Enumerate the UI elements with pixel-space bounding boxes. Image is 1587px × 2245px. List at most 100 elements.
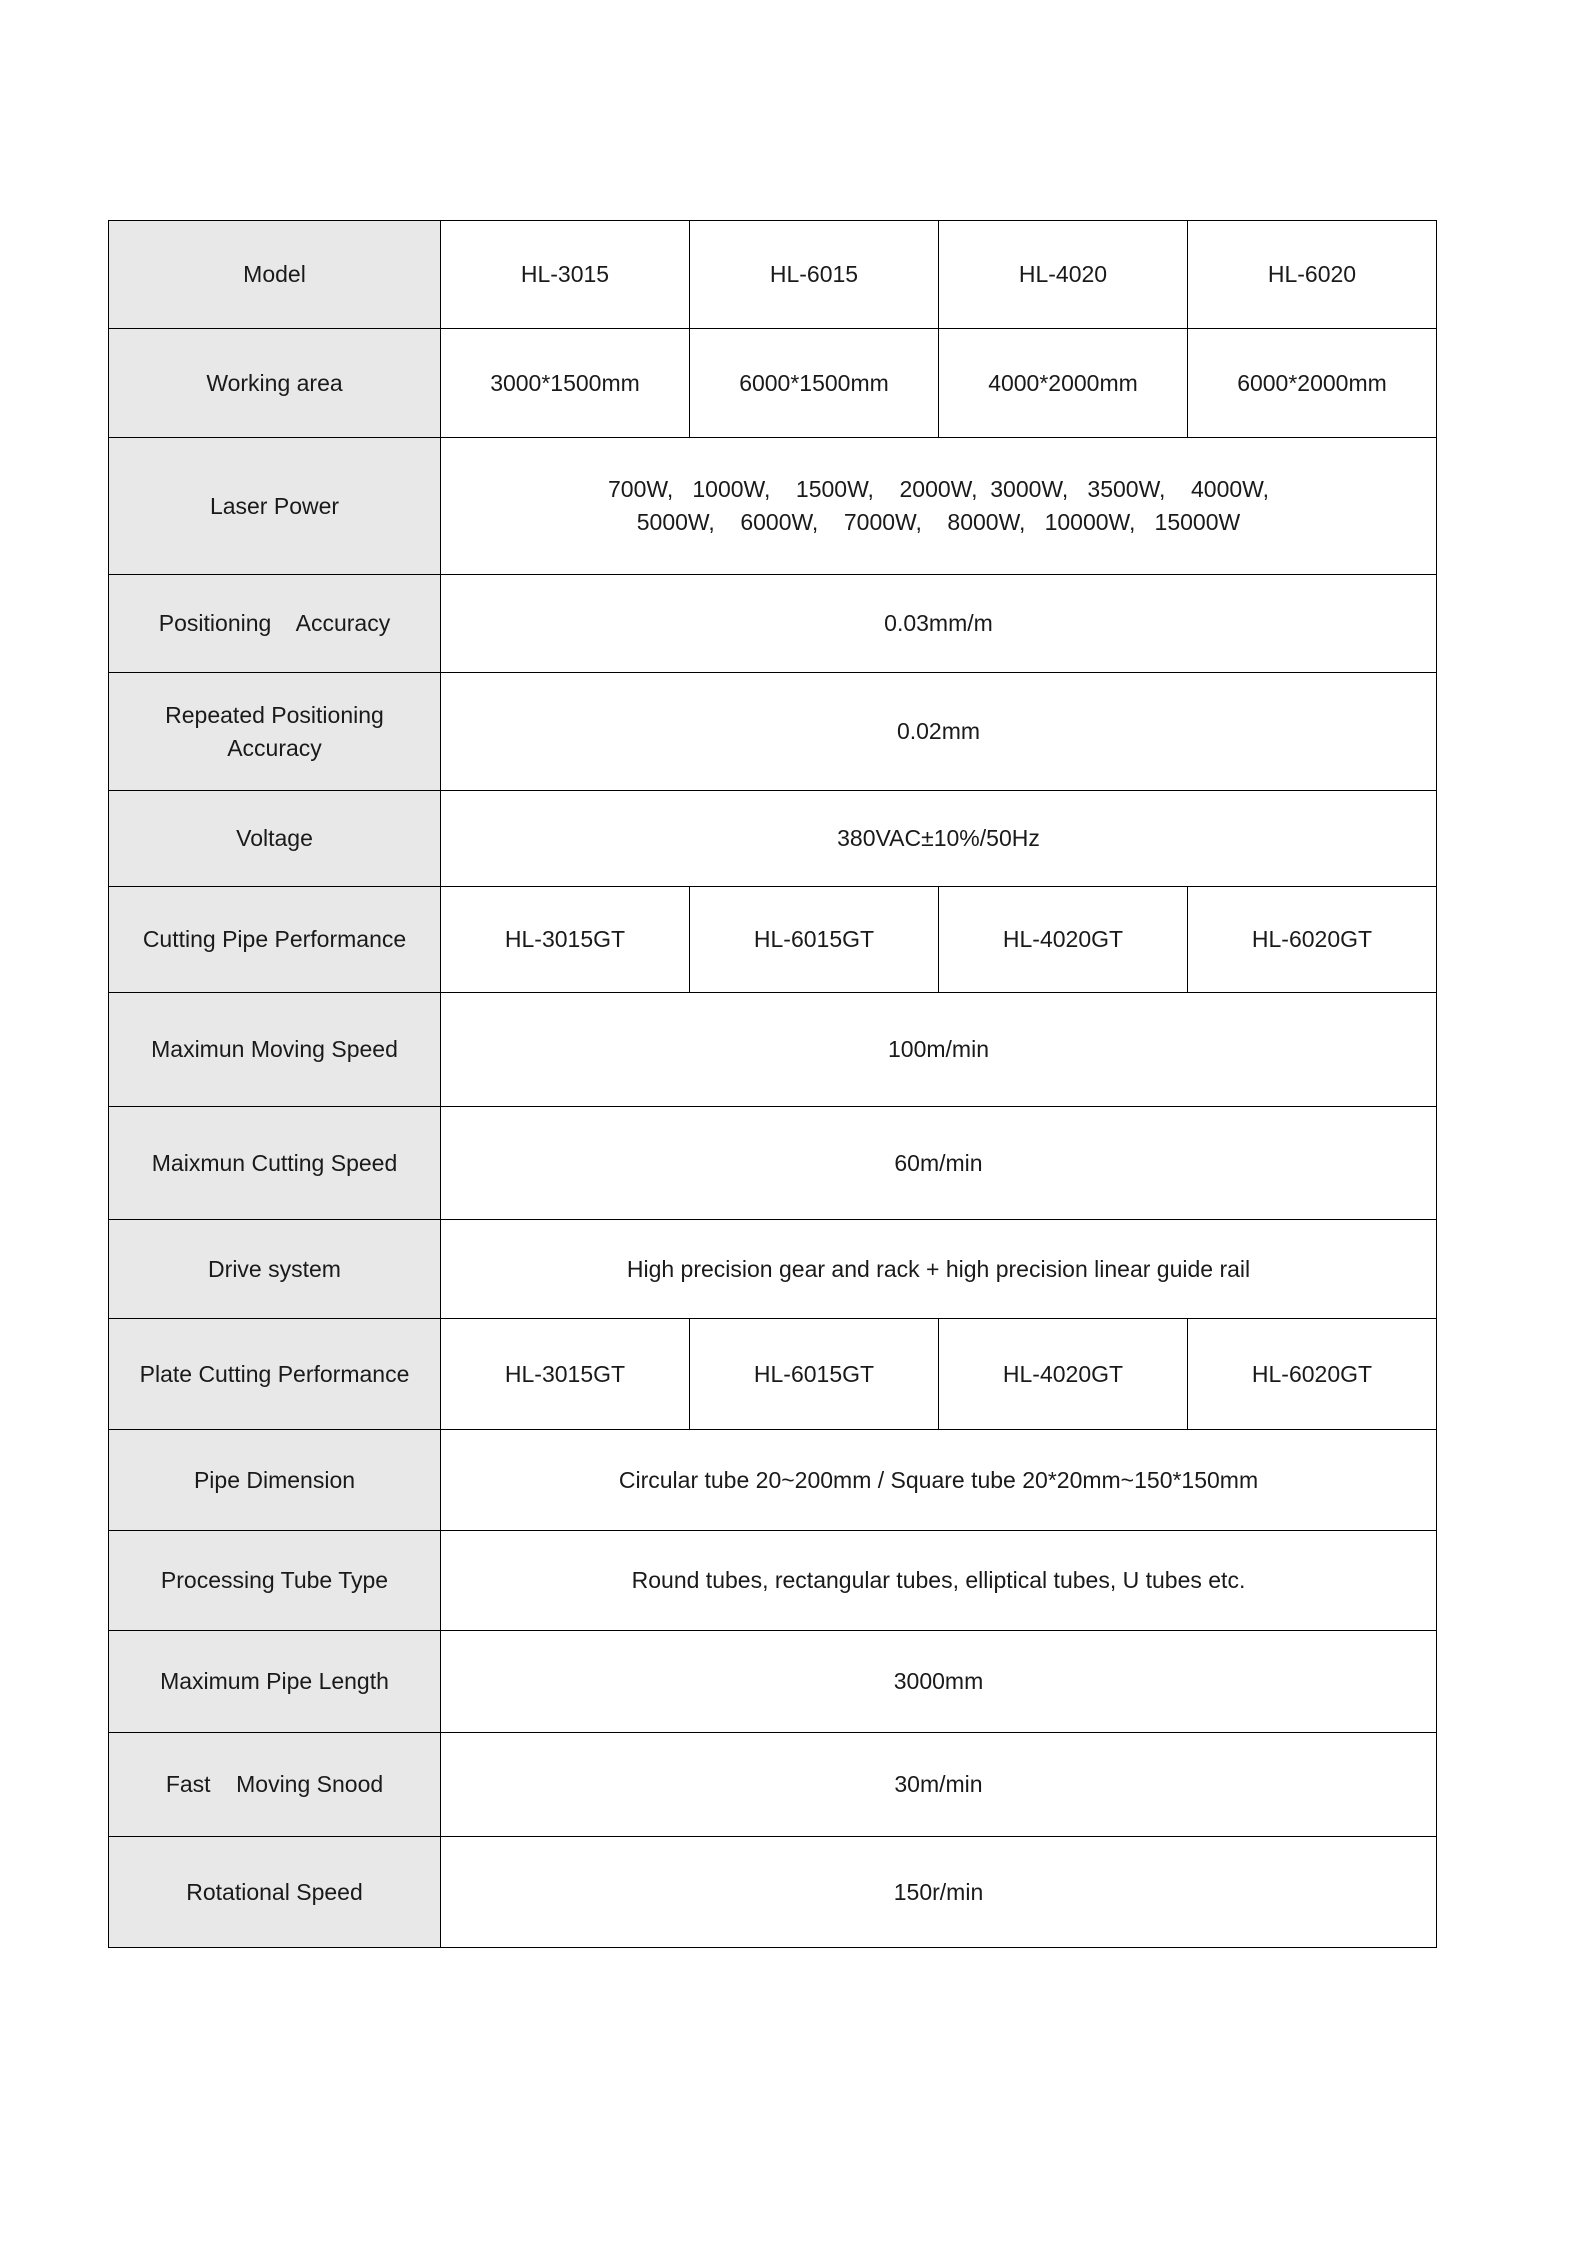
- cell-value: HL-6015: [769, 261, 859, 288]
- cell-value: Round tubes, rectangular tubes, elliptic…: [631, 1567, 1246, 1594]
- cell-maximum_pipe_length: 3000mm: [440, 1630, 1437, 1733]
- cell-positioning_accuracy: 0.03mm/m: [440, 574, 1437, 673]
- cell-fast_moving_snood: 30m/min: [440, 1732, 1437, 1837]
- row-label-maximum_pipe_length: Maximum Pipe Length: [108, 1630, 441, 1733]
- cell-value: 3000mm: [893, 1668, 984, 1695]
- cell-working_area-2: 4000*2000mm: [938, 328, 1188, 438]
- cell-value: 0.02mm: [896, 718, 981, 745]
- table-row: Plate Cutting Performance HL-3015GT HL-601…: [108, 1318, 1437, 1430]
- row-label-fast_moving_snood: Fast Moving Snood: [108, 1732, 441, 1837]
- cell-value: HL-4020GT: [1002, 1360, 1124, 1387]
- table-row: Processing Tube Type Round tubes, rectang…: [108, 1530, 1437, 1631]
- row-label-text: Maixmun Cutting Speed: [151, 1149, 398, 1176]
- cell-drive_system: High precision gear and rack + high prec…: [440, 1219, 1437, 1319]
- row-label-drive_system: Drive system: [108, 1219, 441, 1319]
- row-label-repeated_positioning_accuracy: Repeated Positioning Accuracy: [108, 672, 441, 791]
- row-label-text: Repeated Positioning Accuracy: [165, 701, 384, 761]
- cell-repeated_positioning_accuracy: 0.02mm: [440, 672, 1437, 791]
- row-label-maximun_moving_speed: Maximun Moving Speed: [108, 992, 441, 1107]
- specification-table: Model HL-3015 HL-6015 HL-4020 HL-6020 Working…: [108, 220, 1437, 1948]
- row-label-text: Laser Power: [209, 492, 340, 519]
- cell-value: 6000*2000mm: [1237, 369, 1387, 396]
- row-label-text: Maximun Moving Speed: [151, 1036, 398, 1063]
- cell-laser_power: 700W, 1000W, 1500W, 2000W, 3000W, 3500W,…: [440, 437, 1437, 575]
- table-row: Working area 3000*1500mm 6000*1500mm 4000*2…: [108, 328, 1437, 438]
- cell-model-3: HL-6020: [1187, 220, 1437, 329]
- row-label-text: Drive system: [208, 1255, 341, 1282]
- row-label-working_area: Working area: [108, 328, 441, 438]
- row-label-processing_tube_type: Processing Tube Type: [108, 1530, 441, 1631]
- row-label-voltage: Voltage: [108, 790, 441, 887]
- cell-value: HL-6020GT: [1251, 926, 1373, 953]
- cell-value: 150r/min: [893, 1878, 984, 1905]
- table-row: Fast Moving Snood 30m/min: [108, 1732, 1437, 1837]
- row-label-maixmun_cutting_speed: Maixmun Cutting Speed: [108, 1106, 441, 1220]
- cell-value: 3000*1500mm: [490, 369, 640, 396]
- row-label-text: Working area: [206, 369, 343, 396]
- row-label-text: Fast Moving Snood: [165, 1771, 384, 1798]
- page-canvas: Model HL-3015 HL-6015 HL-4020 HL-6020 Working…: [0, 0, 1587, 2245]
- cell-working_area-3: 6000*2000mm: [1187, 328, 1437, 438]
- row-label-text: Rotational Speed: [186, 1878, 363, 1905]
- cell-value: HL-6020: [1267, 261, 1357, 288]
- cell-value: Circular tube 20~200mm / Square tube 20*…: [618, 1466, 1259, 1493]
- cell-pipe_dimension: Circular tube 20~200mm / Square tube 20*…: [440, 1429, 1437, 1531]
- cell-processing_tube_type: Round tubes, rectangular tubes, elliptic…: [440, 1530, 1437, 1631]
- cell-working_area-1: 6000*1500mm: [689, 328, 939, 438]
- cell-rotational_speed: 150r/min: [440, 1836, 1437, 1948]
- cell-voltage: 380VAC±10%/50Hz: [440, 790, 1437, 887]
- table-row: Maximun Moving Speed 100m/min: [108, 992, 1437, 1107]
- row-label-pipe_dimension: Pipe Dimension: [108, 1429, 441, 1531]
- cell-model-2: HL-4020: [938, 220, 1188, 329]
- cell-value: 30m/min: [894, 1771, 983, 1798]
- cell-cutting_pipe_performance-2: HL-4020GT: [938, 886, 1188, 993]
- cell-value: HL-6015GT: [753, 926, 875, 953]
- cell-value: 0.03mm/m: [884, 610, 993, 637]
- cell-value: HL-6015GT: [753, 1360, 875, 1387]
- row-label-text: Plate Cutting Performance: [139, 1360, 410, 1387]
- table-row: Drive system High precision gear and rack…: [108, 1219, 1437, 1319]
- cell-cutting_pipe_performance-0: HL-3015GT: [440, 886, 690, 993]
- table-row: Maximum Pipe Length 3000mm: [108, 1630, 1437, 1733]
- cell-value: 380VAC±10%/50Hz: [837, 825, 1040, 852]
- table-row: Cutting Pipe Performance HL-3015GT HL-6015…: [108, 886, 1437, 993]
- cell-working_area-0: 3000*1500mm: [440, 328, 690, 438]
- row-label-text: Pipe Dimension: [193, 1466, 356, 1493]
- cell-plate_cutting_performance-3: HL-6020GT: [1187, 1318, 1437, 1430]
- row-label-model: Model: [108, 220, 441, 329]
- cell-value: HL-3015GT: [504, 926, 626, 953]
- table-row: Maixmun Cutting Speed 60m/min: [108, 1106, 1437, 1220]
- table-row: Model HL-3015 HL-6015 HL-4020 HL-6020: [108, 220, 1437, 329]
- row-label-text: Voltage: [236, 825, 313, 852]
- table-row: Repeated Positioning Accuracy 0.02mm: [108, 672, 1437, 791]
- cell-value: HL-4020: [1018, 261, 1108, 288]
- row-label-positioning_accuracy: Positioning Accuracy: [108, 574, 441, 673]
- row-label-text: Maximum Pipe Length: [160, 1668, 389, 1695]
- cell-value: High precision gear and rack + high prec…: [626, 1255, 1251, 1282]
- cell-plate_cutting_performance-1: HL-6015GT: [689, 1318, 939, 1430]
- row-label-laser_power: Laser Power: [108, 437, 441, 575]
- laser-power-line-1: 700W, 1000W, 1500W, 2000W, 3000W, 3500W,…: [608, 475, 1269, 502]
- table-row: Positioning Accuracy 0.03mm/m: [108, 574, 1437, 673]
- cell-cutting_pipe_performance-1: HL-6015GT: [689, 886, 939, 993]
- cell-model-0: HL-3015: [440, 220, 690, 329]
- row-label-cutting_pipe_performance: Cutting Pipe Performance: [108, 886, 441, 993]
- cell-value: 60m/min: [894, 1149, 983, 1176]
- table-row: Voltage 380VAC±10%/50Hz: [108, 790, 1437, 887]
- cell-maixmun_cutting_speed: 60m/min: [440, 1106, 1437, 1220]
- cell-value: 6000*1500mm: [739, 369, 889, 396]
- laser-power-line-2: 5000W, 6000W, 7000W, 8000W, 10000W, 1500…: [636, 509, 1241, 535]
- cell-cutting_pipe_performance-3: HL-6020GT: [1187, 886, 1437, 993]
- table-row: Rotational Speed 150r/min: [108, 1836, 1437, 1948]
- cell-value: HL-3015: [520, 261, 610, 288]
- cell-value: 100m/min: [888, 1036, 989, 1063]
- cell-plate_cutting_performance-0: HL-3015GT: [440, 1318, 690, 1430]
- row-label-text: Cutting Pipe Performance: [142, 926, 407, 953]
- row-label-rotational_speed: Rotational Speed: [108, 1836, 441, 1948]
- cell-maximun_moving_speed: 100m/min: [440, 992, 1437, 1107]
- table-row: Pipe Dimension Circular tube 20~200mm / S…: [108, 1429, 1437, 1531]
- table-row: Laser Power 700W, 1000W, 1500W, 2000W, 30…: [108, 437, 1437, 575]
- cell-value: 4000*2000mm: [988, 369, 1138, 396]
- cell-value: HL-4020GT: [1002, 926, 1124, 953]
- cell-plate_cutting_performance-2: HL-4020GT: [938, 1318, 1188, 1430]
